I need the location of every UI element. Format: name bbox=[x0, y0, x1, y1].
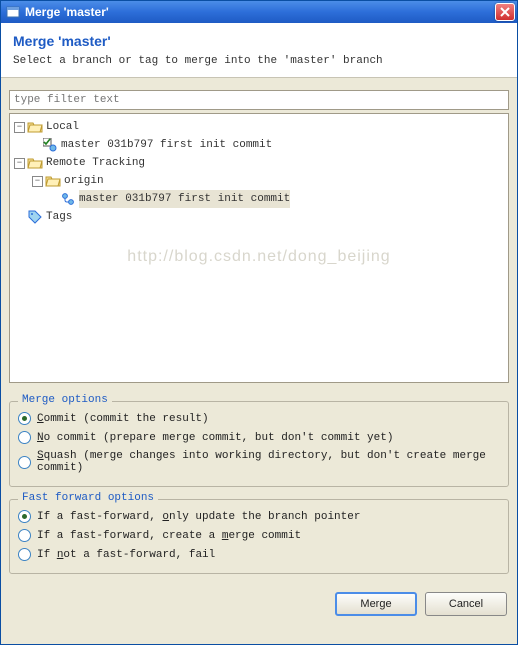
tree-node-tags[interactable]: Tags bbox=[12, 208, 506, 226]
tree-item-label: master 031b797 first init commit bbox=[61, 136, 272, 154]
collapse-icon[interactable]: − bbox=[32, 176, 43, 187]
radio-label: Commit (commit the result) bbox=[37, 413, 209, 425]
titlebar: Merge 'master' bbox=[1, 1, 517, 23]
app-icon bbox=[5, 4, 21, 20]
radio-label: No commit (prepare merge commit, but don… bbox=[37, 432, 393, 444]
tree-node-remote[interactable]: − Remote Tracking bbox=[12, 154, 506, 172]
tree-label: origin bbox=[64, 172, 104, 190]
page-title: Merge 'master' bbox=[13, 33, 505, 49]
radio-label: If a fast-forward, create a merge commit bbox=[37, 530, 301, 542]
radio-ff-only[interactable]: If not a fast-forward, fail bbox=[18, 548, 500, 561]
tree-node-remote-branch[interactable]: master 031b797 first init commit bbox=[12, 190, 506, 208]
tree-label: Local bbox=[46, 118, 79, 136]
radio-icon bbox=[18, 510, 31, 523]
cancel-button[interactable]: Cancel bbox=[425, 592, 507, 616]
group-title: Fast forward options bbox=[18, 492, 158, 504]
radio-no-commit[interactable]: No commit (prepare merge commit, but don… bbox=[18, 431, 500, 444]
merge-dialog: Merge 'master' Merge 'master' Select a b… bbox=[0, 0, 518, 645]
folder-open-icon bbox=[27, 120, 43, 134]
radio-no-ff[interactable]: If a fast-forward, create a merge commit bbox=[18, 529, 500, 542]
tags-icon bbox=[27, 210, 43, 224]
tree-item-label: master 031b797 first init commit bbox=[79, 190, 290, 208]
tree-node-origin[interactable]: − origin bbox=[12, 172, 506, 190]
folder-open-icon bbox=[27, 156, 43, 170]
radio-label: If a fast-forward, only update the branc… bbox=[37, 511, 360, 523]
button-bar: Merge Cancel bbox=[1, 580, 517, 628]
titlebar-text: Merge 'master' bbox=[25, 5, 495, 19]
page-subtitle: Select a branch or tag to merge into the… bbox=[13, 55, 505, 67]
tree-label: Remote Tracking bbox=[46, 154, 145, 172]
group-title: Merge options bbox=[18, 394, 112, 406]
folder-open-icon bbox=[45, 174, 61, 188]
tree-label: Tags bbox=[46, 208, 72, 226]
radio-commit[interactable]: Commit (commit the result) bbox=[18, 412, 500, 425]
radio-icon bbox=[18, 456, 31, 469]
collapse-icon[interactable]: − bbox=[14, 122, 25, 133]
radio-icon bbox=[18, 431, 31, 444]
dialog-header: Merge 'master' Select a branch or tag to… bbox=[1, 23, 517, 78]
filter-input[interactable] bbox=[9, 90, 509, 110]
merge-options-group: Merge options Commit (commit the result)… bbox=[9, 401, 509, 487]
fast-forward-options-group: Fast forward options If a fast-forward, … bbox=[9, 499, 509, 574]
radio-label: Squash (merge changes into working direc… bbox=[37, 450, 500, 474]
tree-node-local-branch[interactable]: master 031b797 first init commit bbox=[12, 136, 506, 154]
watermark-text: http://blog.csdn.net/dong_beijing bbox=[10, 248, 508, 266]
radio-icon bbox=[18, 548, 31, 561]
radio-squash[interactable]: Squash (merge changes into working direc… bbox=[18, 450, 500, 474]
dialog-body: − Local master 031b797 first init commit… bbox=[1, 78, 517, 395]
checked-branch-icon bbox=[42, 138, 58, 152]
radio-icon bbox=[18, 412, 31, 425]
branch-icon bbox=[60, 192, 76, 206]
radio-label: If not a fast-forward, fail bbox=[37, 549, 215, 561]
collapse-icon[interactable]: − bbox=[14, 158, 25, 169]
tree-node-local[interactable]: − Local bbox=[12, 118, 506, 136]
radio-icon bbox=[18, 529, 31, 542]
branch-tree[interactable]: − Local master 031b797 first init commit… bbox=[9, 113, 509, 383]
merge-button[interactable]: Merge bbox=[335, 592, 417, 616]
close-button[interactable] bbox=[495, 3, 515, 21]
radio-ff[interactable]: If a fast-forward, only update the branc… bbox=[18, 510, 500, 523]
